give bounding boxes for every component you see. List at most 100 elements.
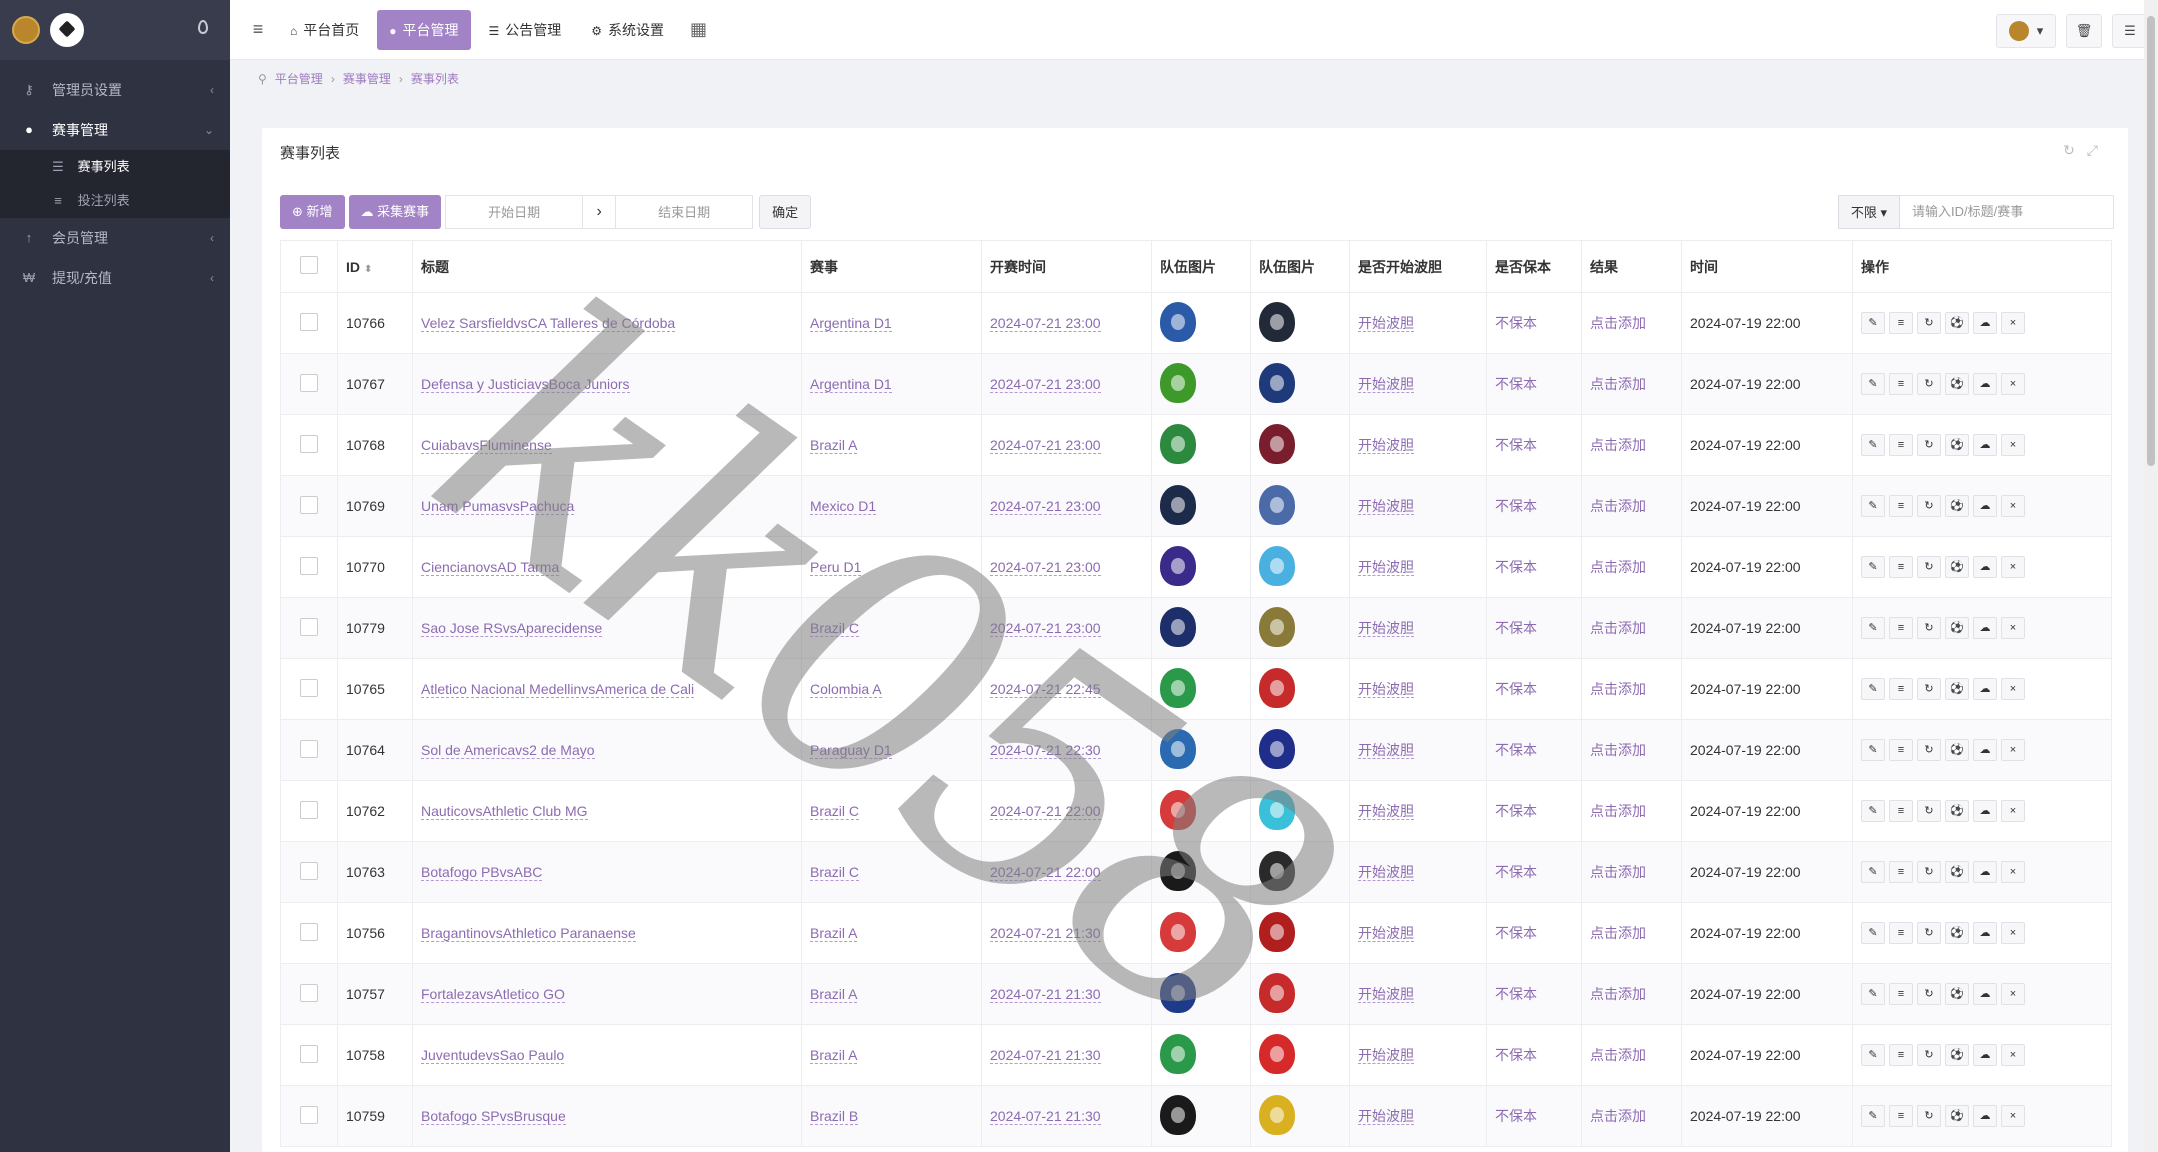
refresh-icon[interactable]: ↻ [1917,1044,1941,1066]
sidebar-item-withdraw-recharge[interactable]: ₩ 提现/充值 ‹ [0,258,230,298]
ball-icon[interactable]: ⚽ [1945,739,1969,761]
guarantee-status[interactable]: 不保本 [1495,681,1537,697]
team-logo-icon[interactable] [1259,850,1295,891]
cloud-upload-icon[interactable]: ☁ [1973,312,1997,334]
row-title-link[interactable]: CiencianovsAD Tarma [421,559,560,576]
trash-button[interactable]: 🗑 [2066,14,2102,48]
start-bet-link[interactable]: 开始波胆 [1358,620,1414,637]
row-start-time-link[interactable]: 2024-07-21 22:45 [990,681,1101,698]
cloud-upload-icon[interactable]: ☁ [1973,739,1997,761]
row-title-link[interactable]: Atletico Nacional MedellinvsAmerica de C… [421,681,695,698]
edit-icon[interactable]: ✎ [1861,617,1885,639]
team-logo-icon[interactable] [1259,545,1295,586]
row-title-link[interactable]: Sao Jose RSvsAparecidense [421,620,603,637]
close-icon[interactable]: × [2001,1044,2025,1066]
edit-icon[interactable]: ✎ [1861,434,1885,456]
ball-icon[interactable]: ⚽ [1945,800,1969,822]
refresh-icon[interactable]: ↻ [1917,739,1941,761]
row-checkbox[interactable] [300,373,318,392]
sidebar-subitem-bet-list[interactable]: ≡ 投注列表 [0,184,230,218]
edit-icon[interactable]: ✎ [1861,373,1885,395]
menu-icon[interactable]: ≡ [1889,373,1913,395]
ball-icon[interactable]: ⚽ [1945,495,1969,517]
menu-icon[interactable]: ≡ [1889,983,1913,1005]
row-start-time-link[interactable]: 2024-07-21 21:30 [990,1047,1101,1064]
ball-icon[interactable]: ⚽ [1945,861,1969,883]
row-league-link[interactable]: Brazil A [810,925,858,942]
add-result-link[interactable]: 点击添加 [1590,315,1646,331]
start-bet-link[interactable]: 开始波胆 [1358,681,1414,698]
row-league-link[interactable]: Brazil A [810,1047,858,1064]
close-icon[interactable]: × [2001,922,2025,944]
edit-icon[interactable]: ✎ [1861,739,1885,761]
guarantee-status[interactable]: 不保本 [1495,742,1537,758]
close-icon[interactable]: × [2001,556,2025,578]
row-start-time-link[interactable]: 2024-07-21 23:00 [990,315,1101,332]
start-bet-link[interactable]: 开始波胆 [1358,437,1414,454]
guarantee-status[interactable]: 不保本 [1495,864,1537,880]
row-league-link[interactable]: Brazil C [810,864,860,881]
row-league-link[interactable]: Peru D1 [810,559,862,576]
page-scrollbar[interactable] [2144,0,2158,1152]
row-checkbox[interactable] [300,922,318,941]
row-title-link[interactable]: Defensa y JusticiavsBoca Juniors [421,376,630,393]
row-checkbox[interactable] [300,739,318,758]
edit-icon[interactable]: ✎ [1861,312,1885,334]
row-start-time-link[interactable]: 2024-07-21 22:30 [990,742,1101,759]
ball-icon[interactable]: ⚽ [1945,678,1969,700]
row-checkbox[interactable] [300,800,318,819]
cloud-upload-icon[interactable]: ☁ [1973,1044,1997,1066]
menu-icon[interactable]: ≡ [1889,678,1913,700]
team-logo-icon[interactable] [1160,1033,1196,1074]
add-result-link[interactable]: 点击添加 [1590,742,1646,758]
team-logo-icon[interactable] [1160,1094,1196,1135]
edit-icon[interactable]: ✎ [1861,861,1885,883]
row-checkbox[interactable] [300,678,318,697]
row-title-link[interactable]: FortalezavsAtletico GO [421,986,565,1003]
row-checkbox[interactable] [300,617,318,636]
team-logo-icon[interactable] [1259,484,1295,525]
refresh-icon[interactable]: ↻ [1917,312,1941,334]
guarantee-status[interactable]: 不保本 [1495,986,1537,1002]
edit-icon[interactable]: ✎ [1861,983,1885,1005]
row-start-time-link[interactable]: 2024-07-21 23:00 [990,620,1101,637]
team-logo-icon[interactable] [1259,972,1295,1013]
row-start-time-link[interactable]: 2024-07-21 21:30 [990,986,1101,1003]
cloud-upload-icon[interactable]: ☁ [1973,800,1997,822]
edit-icon[interactable]: ✎ [1861,1105,1885,1127]
hamburger-menu-icon[interactable]: ≡ [238,19,278,40]
start-bet-link[interactable]: 开始波胆 [1358,925,1414,942]
row-title-link[interactable]: Sol de Americavs2 de Mayo [421,742,595,759]
menu-icon[interactable]: ≡ [1889,861,1913,883]
add-result-link[interactable]: 点击添加 [1590,376,1646,392]
grid-icon[interactable]: ▦ [690,19,707,40]
team-logo-icon[interactable] [1160,850,1196,891]
add-result-link[interactable]: 点击添加 [1590,437,1646,453]
edit-icon[interactable]: ✎ [1861,1044,1885,1066]
close-icon[interactable]: × [2001,739,2025,761]
guarantee-status[interactable]: 不保本 [1495,925,1537,941]
add-result-link[interactable]: 点击添加 [1590,925,1646,941]
start-bet-link[interactable]: 开始波胆 [1358,1108,1414,1125]
row-start-time-link[interactable]: 2024-07-21 22:00 [990,864,1101,881]
cloud-upload-icon[interactable]: ☁ [1973,922,1997,944]
cloud-upload-icon[interactable]: ☁ [1973,1105,1997,1127]
menu-icon[interactable]: ≡ [1889,556,1913,578]
collect-matches-button[interactable]: ☁ 采集赛事 [348,195,442,229]
end-date-input[interactable]: 结束日期 [615,195,754,229]
start-bet-link[interactable]: 开始波胆 [1358,498,1414,515]
row-league-link[interactable]: Brazil A [810,986,858,1003]
row-checkbox[interactable] [300,861,318,880]
row-start-time-link[interactable]: 2024-07-21 22:00 [990,803,1101,820]
close-icon[interactable]: × [2001,983,2025,1005]
menu-icon[interactable]: ≡ [1889,312,1913,334]
cloud-upload-icon[interactable]: ☁ [1973,434,1997,456]
cloud-upload-icon[interactable]: ☁ [1973,556,1997,578]
row-league-link[interactable]: Argentina D1 [810,315,892,332]
search-input[interactable]: 请输入ID/标题/赛事 [1900,195,2114,229]
refresh-icon[interactable]: ↻ [2063,142,2087,158]
sidebar-subitem-match-list[interactable]: ☰ 赛事列表 [0,150,230,184]
refresh-icon[interactable]: ↻ [1917,495,1941,517]
close-icon[interactable]: × [2001,434,2025,456]
close-icon[interactable]: × [2001,800,2025,822]
